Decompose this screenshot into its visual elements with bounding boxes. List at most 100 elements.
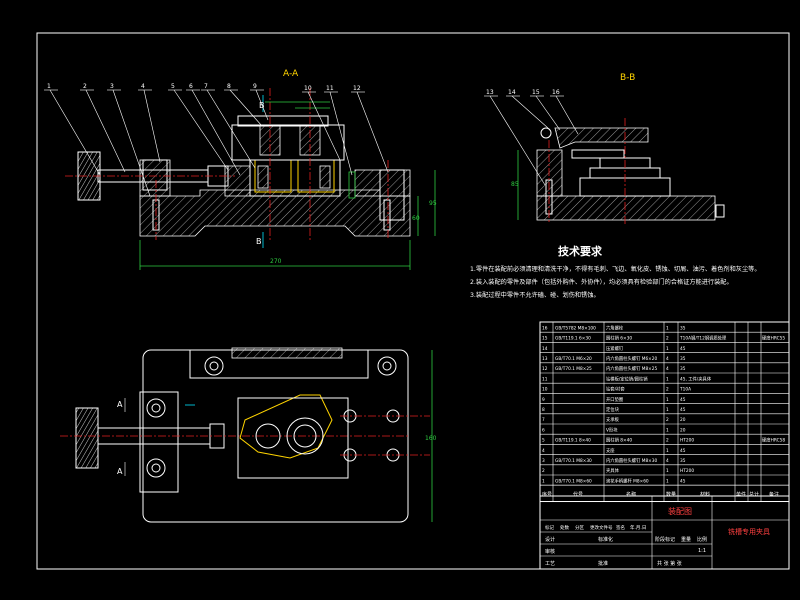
title-block: 装配图 铣槽专用夹具 标记 处数 分区 更改文件号 签名 年.月.日 设计 标准…	[539, 495, 790, 570]
parts-list-cell: V形块	[606, 426, 618, 433]
svg-text:12: 12	[353, 85, 361, 92]
svg-text:7: 7	[204, 83, 208, 90]
tb-process: 工艺	[545, 561, 555, 567]
parts-list-cell: 45	[680, 397, 686, 403]
parts-list-cell: 20	[680, 417, 686, 423]
tb-label-zone: 分区	[575, 524, 584, 531]
parts-list-cell: 1	[666, 376, 669, 382]
tb-scale-value: 1:1	[698, 548, 706, 554]
parts-list-cell: 45, 工件/夹具体	[680, 375, 712, 382]
parts-list-header-no: 序号	[542, 491, 552, 498]
parts-list-cell: 10	[542, 387, 548, 393]
balloon-12: 12	[351, 85, 389, 173]
parts-list: 16 GB/T5782 M8×100 六角螺栓 1 3515 GB/T119.1 6×30…	[539, 321, 790, 503]
parts-list-cell: 3	[542, 458, 545, 464]
parts-list-cell: 1	[666, 407, 669, 413]
bolt-head-3-inner	[209, 361, 219, 371]
parts-list-cell: 内六角圆柱头螺钉 M8×25	[606, 365, 658, 372]
bb-column	[536, 149, 563, 197]
parts-list-cell: 钻套/衬套	[606, 386, 625, 393]
parts-list-header-material: 材料	[700, 491, 710, 498]
tb-design: 设计	[545, 536, 555, 543]
parts-list-cell: 1	[666, 468, 669, 474]
parts-list-cell: GB/T5782 M8×100	[555, 325, 596, 331]
parts-list-cell: GB/T70.1 M8×30	[555, 458, 592, 464]
bolt-head-4	[377, 356, 397, 376]
parts-list-cell: 8	[542, 407, 545, 413]
plan-view: A A 160	[60, 347, 437, 523]
product-name: 铣槽专用夹具	[728, 527, 770, 536]
svg-text:15: 15	[532, 89, 540, 96]
balloon-4: 4	[138, 83, 161, 163]
plan-dim-height-value: 160	[425, 435, 437, 442]
parts-list-cell: T10A钢/T12钢调质处理	[679, 335, 727, 342]
tb-weight: 重量	[681, 536, 691, 543]
tech-req-title: 技术要求	[558, 244, 603, 258]
tb-label-sign: 签名	[616, 524, 625, 531]
balloon-14: 14	[506, 89, 549, 129]
tb-label-date: 年.月.日	[630, 524, 646, 531]
bolt-head-2	[146, 458, 166, 478]
parts-list-header-note: 备注	[769, 491, 779, 498]
parts-list-cell: 11	[542, 376, 548, 382]
parts-list-cell: 2	[666, 336, 669, 342]
tech-req-line-1: 1.零件在装配前必须清理和清洗干净，不得有毛刺、飞边、氧化皮、锈蚀、切屑、油污、…	[470, 265, 761, 273]
parts-list-cell: 16	[542, 325, 548, 331]
parts-list-cell: GB/T70.1 M8×25	[555, 366, 592, 372]
drill-plate	[231, 124, 345, 161]
drawing-name: 装配图	[668, 506, 692, 516]
svg-text:3: 3	[110, 83, 114, 90]
parts-list-cell: 内六角圆柱头螺钉 M8×30	[606, 457, 658, 464]
section-label-bb: B-B	[620, 73, 635, 83]
parts-list-cell: 15	[542, 336, 548, 342]
bolt-head-1	[146, 398, 166, 418]
parts-list-cell: 圆柱销 8×40	[606, 437, 632, 444]
svg-text:5: 5	[171, 83, 175, 90]
front-section-view: A-A B B 270 95 60	[65, 69, 437, 270]
parts-list-note: 硬度HRC58	[762, 437, 785, 444]
svg-text:11: 11	[326, 85, 334, 92]
locating-pin-2	[319, 165, 331, 189]
right-block	[354, 169, 411, 197]
parts-list-cell: 35	[680, 325, 686, 331]
parts-list-cell: 钻模板/定位销/圆柱销	[606, 375, 648, 382]
dim-total-length-value: 270	[270, 258, 282, 265]
parts-list-header-name: 名称	[626, 491, 636, 498]
parts-list-cell: 12	[542, 366, 548, 372]
svg-text:8: 8	[227, 83, 231, 90]
svg-text:6: 6	[189, 83, 193, 90]
parts-list-cell: 5	[542, 438, 545, 444]
svg-text:13: 13	[486, 89, 494, 96]
svg-text:10: 10	[304, 85, 312, 92]
parts-list-header-total_w: 总计	[749, 491, 759, 498]
svg-text:16: 16	[552, 89, 560, 96]
parts-list-cell: GB/T70.1 M8×60	[555, 478, 592, 484]
section-b-bottom: B	[256, 237, 262, 246]
section-a-label-1: A	[117, 400, 123, 409]
fixture-body	[139, 189, 411, 237]
parts-list-cell: 35	[680, 458, 686, 464]
parts-list-cell: 1	[666, 397, 669, 403]
tech-req-line-3: 3.装配过程中零件不允许磕、碰、划伤和锈蚀。	[470, 291, 600, 299]
svg-text:4: 4	[141, 83, 145, 90]
parts-list-cell: 1	[666, 346, 669, 352]
parts-list-cell: 6	[542, 427, 545, 433]
bolt-head-4-inner	[382, 361, 392, 371]
parts-list-cell: 35	[680, 366, 686, 372]
balloon-13: 13	[484, 89, 546, 186]
parts-list-cell: 35	[680, 356, 686, 362]
parts-list-cell: 45	[680, 478, 686, 484]
balloon-5: 5	[168, 83, 229, 171]
parts-list-cell: 六角螺栓	[606, 324, 624, 331]
dim-height-value: 95	[429, 200, 437, 207]
plan-locating-frame	[237, 397, 349, 479]
parts-list-cell: 1	[666, 478, 669, 484]
technical-requirements: 技术要求 1.零件在装配前必须清理和清洗干净，不得有毛刺、飞边、氧化皮、锈蚀、切…	[470, 244, 761, 299]
bb-clamp-arm	[554, 127, 649, 149]
parts-list-cell: 圆柱销 6×30	[606, 335, 632, 342]
tb-stage: 阶段标记	[655, 536, 675, 543]
bolt-head-2-inner	[151, 463, 161, 473]
parts-list-cell: 2	[666, 417, 669, 423]
parts-list-cell: 1	[666, 427, 669, 433]
parts-list-cell: HT200	[680, 438, 694, 444]
